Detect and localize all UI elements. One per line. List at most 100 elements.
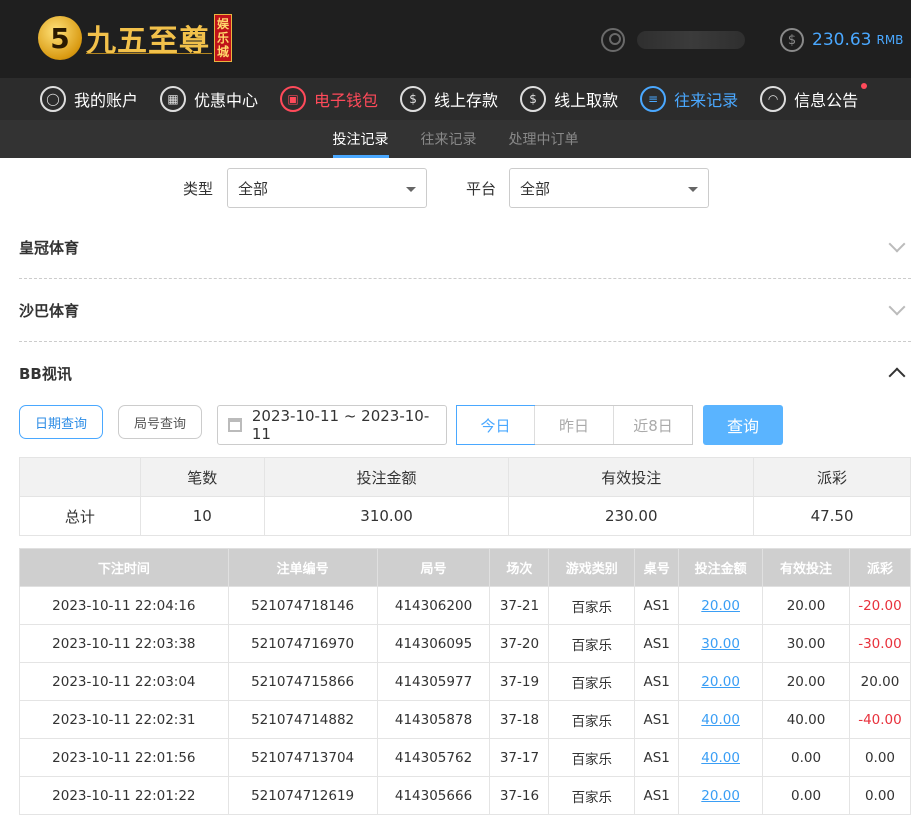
summary-header-cell: 派彩 [753,457,911,497]
user-info[interactable] [601,28,745,52]
nav-withdraw[interactable]: $ 线上取款 [520,86,618,112]
yesterday-button[interactable]: 昨日 [534,406,613,444]
platform-select[interactable]: 全部 [509,168,709,208]
section-saba-sports[interactable]: 沙巴体育 [19,279,911,342]
round-query-button[interactable]: 局号查询 [118,405,202,439]
last-8-days-button[interactable]: 近8日 [613,406,692,444]
tab-transaction-records[interactable]: 往来记录 [421,120,477,158]
sub-tabs: 投注记录 往来记录 处理中订单 [0,120,911,158]
nav-deposit[interactable]: $ 线上存款 [400,86,498,112]
logo[interactable]: 5 九五至尊 娱乐城 [38,14,232,62]
nav-my-account[interactable]: ◯ 我的账户 [40,86,138,112]
valid-bet: 0.00 [762,738,850,777]
chevron-down-icon [688,187,698,192]
quick-range: 今日 昨日 近8日 [456,405,693,445]
column-header: 派彩 [848,548,911,587]
table-no: AS1 [634,776,680,815]
bet-amount-link[interactable]: 40.00 [678,738,764,777]
round-id: 414305666 [376,776,491,815]
column-header: 局号 [376,548,491,587]
date-query-button[interactable]: 日期查询 [19,405,103,439]
bet-time: 2023-10-11 22:02:31 [19,700,229,739]
payout: -30.00 [848,624,911,663]
table-row: 2023-10-11 22:01:56 521074713704 4143057… [19,738,911,777]
date-range-value: 2023-10-11 ~ 2023-10-11 [251,407,430,443]
type-select[interactable]: 全部 [227,168,427,208]
valid-bet: 30.00 [762,624,850,663]
logo-badge: 5 [38,16,82,60]
balance-amount: 230.63 [812,30,872,50]
chevron-down-icon [406,187,416,192]
summary-header-cell [19,457,141,497]
bet-amount-link[interactable]: 40.00 [678,700,764,739]
nav-label: 信息公告 [794,91,859,110]
type-select-value: 全部 [238,179,269,198]
nav-records[interactable]: ≡ 往来记录 [640,86,738,112]
bet-id: 521074713704 [227,738,378,777]
summary-cell: 47.50 [753,496,911,536]
game-type: 百家乐 [548,700,636,739]
chevron-down-icon [888,298,906,316]
bet-id: 521074715866 [227,662,378,701]
round-id: 414306095 [376,624,491,663]
bet-time: 2023-10-11 22:03:38 [19,624,229,663]
table-row: 2023-10-11 22:02:31 521074714882 4143058… [19,700,911,739]
valid-bet: 20.00 [762,662,850,701]
nav-label: 优惠中心 [194,91,259,110]
section-bb-live[interactable]: BB视讯 [19,342,911,405]
bet-amount-link[interactable]: 30.00 [678,624,764,663]
table-no: AS1 [634,700,680,739]
gift-icon: ▦ [160,86,187,112]
withdraw-icon: $ [520,86,547,112]
payout: 0.00 [848,776,911,815]
session: 37-18 [489,700,550,739]
logo-tag: 娱乐城 [214,14,232,62]
masked-username [637,31,745,49]
user-icon [601,28,625,52]
summary-row: 总计 10 310.00 230.00 47.50 [19,496,911,536]
nav-label: 线上存款 [434,91,499,110]
summary-header-cell: 笔数 [139,457,265,497]
bet-amount-link[interactable]: 20.00 [678,776,764,815]
column-header: 场次 [489,548,550,587]
session: 37-16 [489,776,550,815]
nav-announcements[interactable]: ◠ 信息公告 [760,83,868,112]
game-type: 百家乐 [548,738,636,777]
bet-amount-link[interactable]: 20.00 [678,662,764,701]
round-id: 414305762 [376,738,491,777]
game-type: 百家乐 [548,662,636,701]
session: 37-19 [489,662,550,701]
nav-label: 电子钱包 [314,91,379,110]
valid-bet: 40.00 [762,700,850,739]
round-id: 414305878 [376,700,491,739]
section-title: 皇冠体育 [19,238,80,257]
bet-amount-link[interactable]: 20.00 [678,586,764,625]
table-no: AS1 [634,662,680,701]
summary-cell: 10 [139,496,265,536]
column-header: 桌号 [634,548,680,587]
search-button[interactable]: 查询 [703,405,783,445]
table-no: AS1 [634,624,680,663]
tab-pending-orders[interactable]: 处理中订单 [509,120,579,158]
nav-wallet[interactable]: ▣ 电子钱包 [280,86,378,112]
calendar-icon [228,418,242,432]
bet-id: 521074718146 [227,586,378,625]
nav-label: 线上取款 [554,91,619,110]
table-row: 2023-10-11 22:04:16 521074718146 4143062… [19,586,911,625]
table-no: AS1 [634,738,680,777]
table-row: 2023-10-11 22:03:04 521074715866 4143059… [19,662,911,701]
game-type: 百家乐 [548,624,636,663]
table-row: 2023-10-11 22:03:38 521074716970 4143060… [19,624,911,663]
summary-header-cell: 投注金额 [263,457,510,497]
tab-bet-records[interactable]: 投注记录 [332,120,389,158]
platform-select-value: 全部 [520,179,551,198]
section-crown-sports[interactable]: 皇冠体育 [19,216,911,279]
game-type: 百家乐 [548,776,636,815]
top-header: 5 九五至尊 娱乐城 $ 230.63 RMB [0,0,911,78]
bell-icon: ◠ [760,86,787,112]
dollar-icon: $ [780,28,804,52]
today-button[interactable]: 今日 [456,405,535,445]
section-title: 沙巴体育 [19,301,80,320]
date-range-input[interactable]: 2023-10-11 ~ 2023-10-11 [217,405,447,445]
nav-promotions[interactable]: ▦ 优惠中心 [160,86,258,112]
